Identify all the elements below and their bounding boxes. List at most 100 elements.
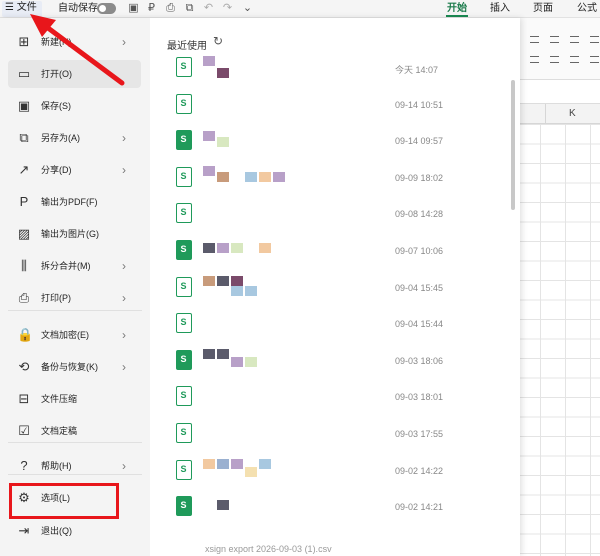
column-k-label[interactable]: K bbox=[569, 108, 576, 119]
indent-icon[interactable] bbox=[530, 56, 539, 63]
nav-item-label: 新建(N) bbox=[41, 37, 72, 47]
recent-file-name[interactable]: xsign export 2026-09-03 (1).csv bbox=[205, 544, 332, 554]
redaction-block bbox=[245, 466, 257, 477]
backup-icon: ⟲ bbox=[18, 359, 30, 374]
recent-file-row[interactable]: S 09-04 15:45 bbox=[166, 274, 501, 310]
wrap-icon[interactable] bbox=[570, 56, 579, 63]
nav-item-save[interactable]: ▣ 保存(S) bbox=[8, 92, 141, 120]
chevron-right-icon: › bbox=[122, 459, 126, 473]
file-menu-button[interactable]: ☰ 文件 bbox=[2, 1, 42, 17]
nav-item-split-merge[interactable]: ⫼ 拆分合并(M) › bbox=[8, 252, 141, 280]
recent-file-row[interactable]: S 今天 14:07 bbox=[166, 54, 501, 90]
spreadsheet-file-icon: S bbox=[176, 276, 192, 297]
nav-item-open-folder[interactable]: ▭ 打开(O) bbox=[8, 60, 141, 88]
refresh-icon[interactable]: ↻ bbox=[213, 34, 223, 48]
nav-item-image[interactable]: ▨ 输出为图片(G) bbox=[8, 220, 141, 248]
file-menu-nav: ⊞ 新建(N) › ▭ 打开(O) ▣ 保存(S) ⧉ 另存为(A) › ↗ 分享(D) › P 输出为PD… bbox=[0, 18, 150, 556]
redo-icon[interactable]: ↷ bbox=[222, 3, 233, 14]
recent-file-row[interactable]: S 09-04 15:44 bbox=[166, 310, 501, 346]
nav-item-compress[interactable]: ⊟ 文件压缩 bbox=[8, 385, 141, 413]
nav-item-label: 拆分合并(M) bbox=[41, 261, 91, 271]
help-icon: ? bbox=[20, 458, 28, 473]
nav-item-backup[interactable]: ⟲ 备份与恢复(K) › bbox=[8, 353, 141, 381]
nav-item-exit[interactable]: ⇥ 退出(Q) bbox=[8, 517, 141, 545]
nav-item-label: 输出为PDF(F) bbox=[41, 197, 98, 207]
title-bar: ☰ 文件 自动保存 ▣ ₽ ⎙ ⧉ ↶ ↷ ⌄ 开始 插入 页面 公式 bbox=[0, 0, 600, 18]
redaction-block bbox=[203, 243, 215, 253]
finalize-icon: ☑ bbox=[18, 423, 30, 438]
undo-icon[interactable]: ↶ bbox=[203, 3, 214, 14]
nav-item-label: 打开(O) bbox=[41, 69, 72, 79]
image-icon: ▨ bbox=[17, 226, 31, 241]
dropdown-icon[interactable]: ⌄ bbox=[242, 3, 253, 14]
redacted-file-name bbox=[203, 348, 353, 379]
encrypt-icon: 🔒 bbox=[17, 327, 34, 342]
redacted-file-name bbox=[203, 275, 353, 306]
align-right-icon[interactable] bbox=[570, 36, 579, 43]
formula-bar[interactable] bbox=[520, 80, 600, 104]
align-left-icon[interactable] bbox=[530, 36, 539, 43]
tab-insert[interactable]: 插入 bbox=[490, 2, 510, 16]
recent-file-row[interactable]: S 09-14 10:51 bbox=[166, 91, 501, 127]
chevron-right-icon: › bbox=[122, 328, 126, 342]
print-preview-icon[interactable]: ⧉ bbox=[184, 3, 195, 14]
nav-item-share[interactable]: ↗ 分享(D) › bbox=[8, 156, 141, 184]
print-icon[interactable]: ⎙ bbox=[165, 3, 176, 14]
chevron-right-icon: › bbox=[122, 360, 126, 374]
recent-file-row[interactable]: S 09-02 14:21 bbox=[166, 493, 501, 529]
redacted-file-name bbox=[203, 56, 353, 86]
recent-file-row[interactable]: S 09-03 18:01 bbox=[166, 383, 501, 419]
scrollbar[interactable] bbox=[511, 80, 515, 210]
redaction-block bbox=[203, 131, 215, 142]
nav-item-new-file[interactable]: ⊞ 新建(N) › bbox=[8, 28, 141, 56]
recent-file-row[interactable]: S 09-03 18:06 bbox=[166, 347, 501, 383]
highlight-annotation bbox=[9, 483, 119, 519]
redacted-file-name bbox=[203, 458, 353, 489]
recent-file-row[interactable]: S 09-03 17:55 bbox=[166, 420, 501, 456]
spreadsheet-file-icon: S bbox=[176, 57, 192, 77]
export-pdf-icon[interactable]: ₽ bbox=[146, 3, 157, 14]
spreadsheet-file-icon: S bbox=[176, 496, 192, 517]
recent-file-row[interactable]: S 09-08 14:28 bbox=[166, 200, 501, 236]
autosave-toggle[interactable] bbox=[97, 3, 116, 14]
align-center-icon[interactable] bbox=[550, 36, 559, 43]
chevron-right-icon: › bbox=[122, 131, 126, 145]
merge-icon[interactable] bbox=[590, 56, 599, 63]
recent-file-row[interactable]: S 09-07 10:06 bbox=[166, 237, 501, 273]
nav-item-pdf[interactable]: P 输出为PDF(F) bbox=[8, 188, 141, 216]
spreadsheet-file-icon: S bbox=[176, 459, 192, 480]
chevron-right-icon: › bbox=[122, 291, 126, 305]
redaction-block bbox=[273, 171, 285, 182]
redacted-file-name bbox=[203, 239, 353, 269]
recent-file-time: 09-04 15:45 bbox=[395, 282, 444, 293]
sheet-grid[interactable] bbox=[520, 124, 600, 556]
column-header bbox=[520, 104, 600, 124]
nav-item-save-as[interactable]: ⧉ 另存为(A) › bbox=[8, 124, 141, 152]
tab-page[interactable]: 页面 bbox=[533, 2, 553, 16]
recent-file-time: 09-14 10:51 bbox=[395, 99, 444, 110]
recent-file-row[interactable]: S 09-09 18:02 bbox=[166, 164, 501, 200]
redaction-block bbox=[217, 348, 229, 359]
recent-file-row[interactable]: S 09-14 09:57 bbox=[166, 127, 501, 163]
nav-item-finalize[interactable]: ☑ 文档定稿 bbox=[8, 417, 141, 445]
recent-file-time: 09-03 17:55 bbox=[395, 429, 444, 439]
spreadsheet-file-icon: S bbox=[176, 240, 192, 260]
tab-formula[interactable]: 公式 bbox=[577, 2, 597, 16]
nav-item-label: 文档定稿 bbox=[41, 426, 78, 436]
nav-item-print[interactable]: ⎙ 打印(P) › bbox=[8, 284, 141, 312]
recent-file-row[interactable]: S 09-02 14:22 bbox=[166, 457, 501, 493]
spreadsheet-file-icon: S bbox=[176, 203, 192, 224]
pdf-icon: P bbox=[19, 194, 29, 209]
nav-item-encrypt[interactable]: 🔒 文档加密(E) › bbox=[8, 321, 141, 349]
outdent-icon[interactable] bbox=[550, 56, 559, 63]
justify-icon[interactable] bbox=[590, 36, 599, 43]
redacted-file-name bbox=[203, 312, 353, 342]
recent-file-time: 今天 14:07 bbox=[395, 65, 439, 75]
ribbon-toolbar bbox=[520, 18, 600, 80]
redaction-block bbox=[245, 171, 257, 182]
nav-item-help[interactable]: ? 帮助(H) › bbox=[8, 452, 141, 480]
tab-start[interactable]: 开始 bbox=[447, 2, 467, 16]
save-icon[interactable]: ▣ bbox=[128, 3, 139, 14]
redaction-block bbox=[203, 56, 215, 66]
recent-file-time: 09-09 18:02 bbox=[395, 172, 444, 183]
